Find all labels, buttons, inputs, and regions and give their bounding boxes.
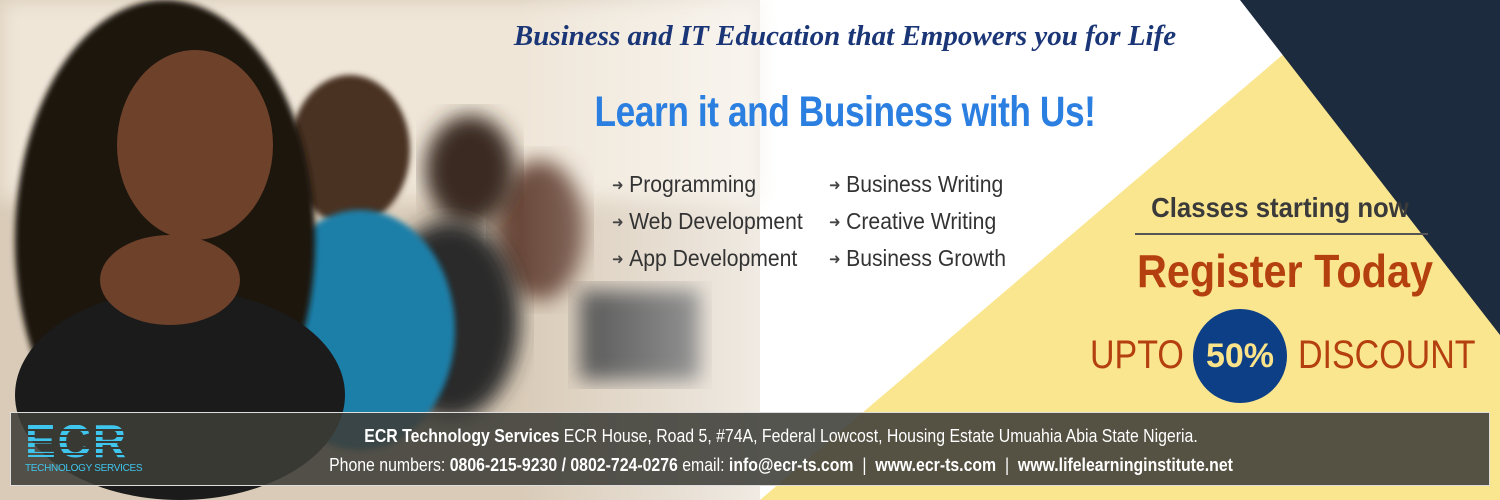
arrow-right-icon: ➜ [829,251,841,268]
contact-line: Phone numbers: 0806-215-9230 / 0802-724-… [209,455,1353,476]
email-label: email: [682,455,725,475]
arrow-right-icon: ➜ [829,177,841,194]
course-item: ➜ App Development [612,245,797,272]
website-link[interactable]: www.ecr-ts.com [875,455,996,475]
arrow-right-icon: ➜ [612,177,624,194]
separator: | [1004,455,1010,475]
course-item: ➜ Web Development [612,208,803,235]
course-label: App Development [629,245,798,271]
contact-footer: ECR TECHNOLOGY SERVICES ECR Technology S… [10,412,1490,486]
email-link[interactable]: info@ecr-ts.com [729,455,854,475]
course-item: ➜ Programming [612,171,756,198]
course-item: ➜ Business Writing [829,171,1003,198]
ecr-logo: ECR TECHNOLOGY SERVICES [25,418,145,475]
separator: | [862,455,867,475]
upto-text: UPTO [1090,333,1184,377]
course-item: ➜ Business Growth [829,245,1006,272]
logo-text: ECR [25,418,145,464]
arrow-right-icon: ➜ [612,214,624,231]
discount-text: DISCOUNT [1298,333,1476,377]
address: ECR House, Road 5, #74A, Federal Lowcost… [563,426,1198,446]
arrow-right-icon: ➜ [829,214,841,231]
course-label: Web Development [629,208,803,234]
arrow-right-icon: ➜ [612,251,624,268]
course-label: Programming [629,171,757,197]
tagline: Business and IT Education that Empowers … [513,20,1177,52]
headline: Learn it and Business with Us! [594,88,1096,136]
address-line: ECR Technology Services ECR House, Road … [209,426,1353,447]
register-today-text[interactable]: Register Today [1110,244,1461,298]
divider [1135,233,1428,235]
phone-numbers[interactable]: 0806-215-9230 / 0802-724-0276 [450,455,678,475]
course-label: Business Writing [846,171,1004,197]
course-label: Business Growth [846,245,1007,271]
phone-label: Phone numbers: [329,455,446,475]
website-link-2[interactable]: www.lifelearninginstitute.net [1018,455,1233,475]
classes-starting-text: Classes starting now [1151,192,1409,223]
course-item: ➜ Creative Writing [829,208,996,235]
discount-badge: 50% [1193,309,1287,403]
company-name: ECR Technology Services [364,426,560,446]
course-label: Creative Writing [846,208,997,234]
logo-subtitle: TECHNOLOGY SERVICES [25,463,143,474]
